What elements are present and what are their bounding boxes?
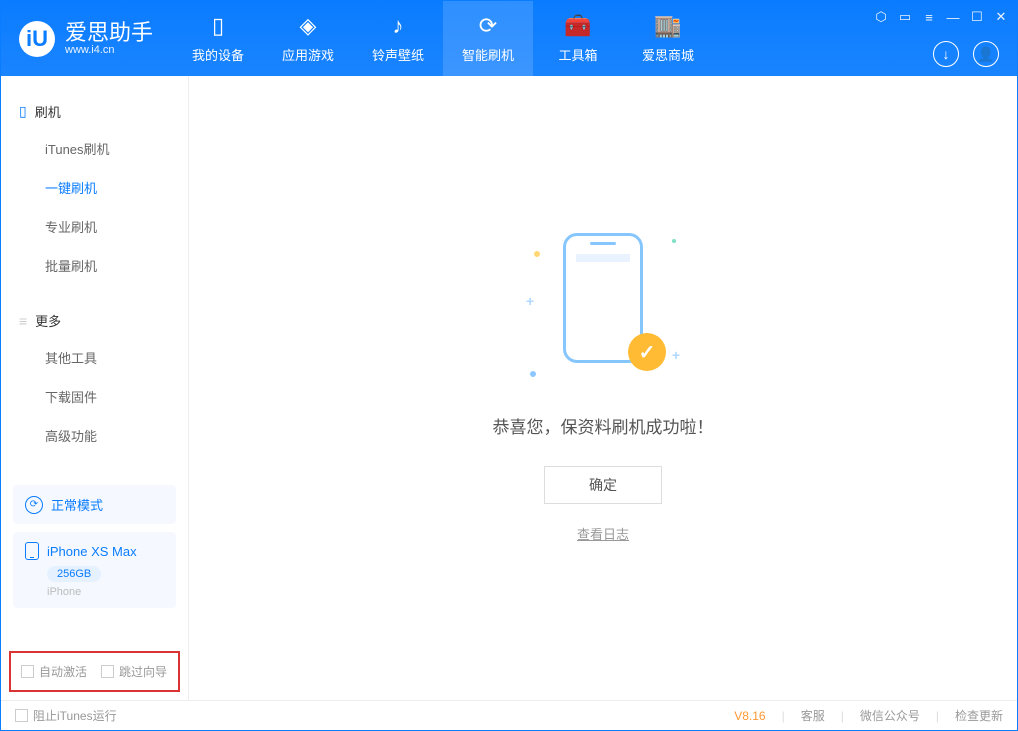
maximize-button[interactable]: ☐ xyxy=(969,9,985,25)
mode-icon: ⟳ xyxy=(25,496,43,514)
phone-outline-icon xyxy=(25,542,39,560)
tab-store[interactable]: 🏬爱思商城 xyxy=(623,1,713,76)
tab-toolbox[interactable]: 🧰工具箱 xyxy=(533,1,623,76)
device-card[interactable]: iPhone XS Max 256GB iPhone xyxy=(13,532,176,608)
sidebar-section-more: ≡更多 xyxy=(1,303,188,338)
footer-link-wechat[interactable]: 微信公众号 xyxy=(860,707,920,724)
footer-link-update[interactable]: 检查更新 xyxy=(955,707,1003,724)
logo-block: iU 爱思助手 www.i4.cn xyxy=(1,21,173,57)
music-icon: ♪ xyxy=(393,13,404,39)
download-button[interactable]: ↓ xyxy=(933,41,959,67)
sidebar-item-oneclick-flash[interactable]: 一键刷机 xyxy=(1,168,188,207)
tshirt-icon[interactable]: ⬡ xyxy=(873,9,889,25)
sidebar-item-advanced[interactable]: 高级功能 xyxy=(1,416,188,455)
tab-apps-games[interactable]: ◈应用游戏 xyxy=(263,1,353,76)
highlighted-options: 自动激活 跳过向导 xyxy=(9,651,180,692)
checkbox-icon xyxy=(15,709,28,722)
tab-my-device[interactable]: ▯我的设备 xyxy=(173,1,263,76)
phone-icon: ▯ xyxy=(212,13,224,39)
sidebar-item-batch-flash[interactable]: 批量刷机 xyxy=(1,246,188,285)
tab-smart-flash[interactable]: ⟳智能刷机 xyxy=(443,1,533,76)
app-name: 爱思助手 xyxy=(65,22,153,44)
checkbox-icon xyxy=(21,665,34,678)
checkbox-skip-guide[interactable]: 跳过向导 xyxy=(101,663,167,680)
mode-card[interactable]: ⟳ 正常模式 xyxy=(13,485,176,524)
view-log-link[interactable]: 查看日志 xyxy=(577,524,629,543)
store-icon: 🏬 xyxy=(654,13,681,39)
cube-icon: ◈ xyxy=(300,13,317,39)
header: iU 爱思助手 www.i4.cn ▯我的设备 ◈应用游戏 ♪铃声壁纸 ⟳智能刷… xyxy=(1,1,1017,76)
success-message: 恭喜您，保资料刷机成功啦！ xyxy=(493,413,714,438)
sidebar-item-download-firmware[interactable]: 下载固件 xyxy=(1,377,188,416)
device-icon: ▯ xyxy=(19,103,27,120)
menu-icon[interactable]: ≡ xyxy=(921,9,937,25)
checkbox-auto-activate[interactable]: 自动激活 xyxy=(21,663,87,680)
main-content: ++ ✓ 恭喜您，保资料刷机成功啦！ 确定 查看日志 xyxy=(189,76,1017,700)
header-actions: ↓ 👤 xyxy=(933,41,999,67)
feedback-icon[interactable]: ▭ xyxy=(897,9,913,25)
sidebar-item-other-tools[interactable]: 其他工具 xyxy=(1,338,188,377)
footer: 阻止iTunes运行 V8.16 | 客服 | 微信公众号 | 检查更新 xyxy=(1,700,1017,730)
checkbox-block-itunes[interactable]: 阻止iTunes运行 xyxy=(15,707,117,724)
success-illustration: ++ ✓ xyxy=(548,233,658,383)
sidebar-section-flash: ▯刷机 xyxy=(1,94,188,129)
list-icon: ≡ xyxy=(19,313,27,329)
version-label: V8.16 xyxy=(734,709,765,723)
sidebar-item-itunes-flash[interactable]: iTunes刷机 xyxy=(1,129,188,168)
app-url: www.i4.cn xyxy=(65,44,153,56)
minimize-button[interactable]: — xyxy=(945,9,961,25)
device-type: iPhone xyxy=(47,586,164,598)
main-tabs: ▯我的设备 ◈应用游戏 ♪铃声壁纸 ⟳智能刷机 🧰工具箱 🏬爱思商城 xyxy=(173,1,713,76)
storage-badge: 256GB xyxy=(47,566,101,582)
account-button[interactable]: 👤 xyxy=(973,41,999,67)
sidebar: ▯刷机 iTunes刷机 一键刷机 专业刷机 批量刷机 ≡更多 其他工具 下载固… xyxy=(1,76,189,700)
footer-link-support[interactable]: 客服 xyxy=(801,707,825,724)
refresh-icon: ⟳ xyxy=(479,13,497,39)
ok-button[interactable]: 确定 xyxy=(544,466,662,504)
logo-icon: iU xyxy=(19,21,55,57)
check-badge-icon: ✓ xyxy=(628,333,666,371)
sidebar-item-pro-flash[interactable]: 专业刷机 xyxy=(1,207,188,246)
checkbox-icon xyxy=(101,665,114,678)
tab-ringtones[interactable]: ♪铃声壁纸 xyxy=(353,1,443,76)
close-button[interactable]: ✕ xyxy=(993,9,1009,25)
window-controls: ⬡ ▭ ≡ — ☐ ✕ xyxy=(873,9,1009,25)
toolbox-icon: 🧰 xyxy=(564,13,591,39)
